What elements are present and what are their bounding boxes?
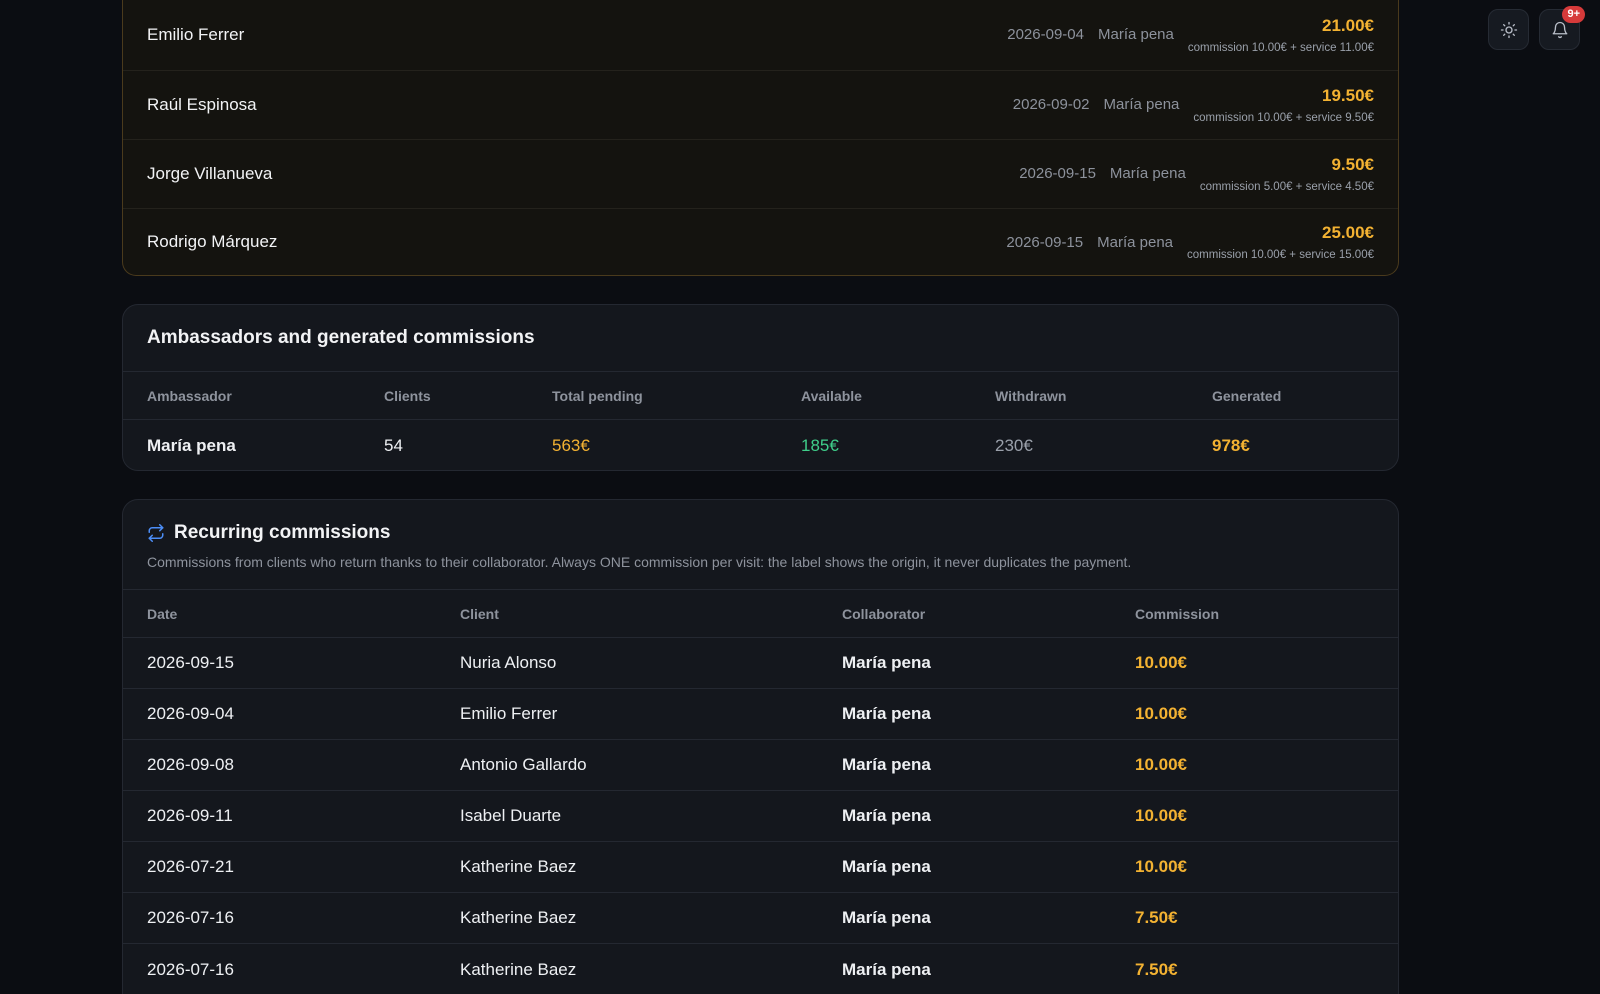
- date-cell: 2026-09-11: [147, 806, 233, 825]
- commission-cell: 10.00€: [1135, 704, 1187, 723]
- collaborator-cell: María pena: [842, 806, 931, 825]
- collaborator-cell: María pena: [842, 755, 931, 774]
- ambassadors-card: Ambassadors and generated commissions Am…: [122, 304, 1399, 471]
- sun-icon: [1500, 21, 1517, 38]
- total-amount: 21.00€: [1322, 15, 1374, 35]
- column-header-clients: Clients: [384, 387, 431, 404]
- client-name: Rodrigo Márquez: [147, 232, 278, 251]
- client-name: Emilio Ferrer: [147, 24, 245, 44]
- client-cell: Antonio Gallardo: [460, 755, 587, 774]
- ambassador-name: María pena: [1103, 96, 1180, 113]
- client-name: Jorge Villanueva: [147, 163, 273, 183]
- card-title: Ambassadors and generated commissions: [147, 327, 535, 348]
- visit-date: 2026-09-15: [1006, 233, 1084, 251]
- card-title: Recurring commissions: [174, 522, 391, 543]
- table-row[interactable]: 2026-07-16 Katherine Baez María pena 7.5…: [123, 944, 1398, 994]
- column-header-date: Date: [147, 605, 178, 622]
- ambassador-name: María pena: [1097, 26, 1174, 44]
- amount-breakdown: commission 10.00€ + service 11.00€: [1187, 41, 1374, 54]
- top-controls: 9+: [1488, 6, 1585, 50]
- amount-breakdown: commission 5.00€ + service 4.50€: [1199, 180, 1374, 193]
- notifications-button[interactable]: 9+: [1539, 6, 1585, 50]
- collaborator-cell: María pena: [842, 857, 931, 876]
- theme-toggle-button[interactable]: [1488, 9, 1529, 50]
- column-header-ambassador: Ambassador: [147, 387, 232, 404]
- commission-cell: 10.00€: [1135, 653, 1187, 672]
- date-cell: 2026-07-16: [147, 959, 234, 979]
- table-row[interactable]: 2026-07-16 Katherine Baez María pena 7.5…: [123, 893, 1398, 944]
- amount-breakdown: commission 10.00€ + service 9.50€: [1193, 111, 1374, 124]
- bell-icon: [1552, 21, 1567, 38]
- table-header: Date Client Collaborator Commission: [123, 590, 1398, 638]
- repeat-icon: [148, 524, 164, 542]
- date-cell: 2026-07-21: [147, 857, 234, 876]
- list-item[interactable]: Emilio Ferrer 2026-09-04 María pena 21.0…: [123, 0, 1398, 71]
- commission-cell: 10.00€: [1135, 755, 1187, 774]
- visit-date: 2026-09-04: [1007, 26, 1084, 44]
- pending-commissions-list: Emilio Ferrer 2026-09-04 María pena 21.0…: [122, 0, 1399, 276]
- client-cell: Katherine Baez: [460, 908, 577, 927]
- card-header: Ambassadors and generated commissions: [123, 305, 1398, 372]
- column-header-client: Client: [460, 605, 499, 622]
- table-row[interactable]: 2026-09-11 Isabel Duarte María pena 10.0…: [123, 791, 1398, 842]
- commission-cell: 10.00€: [1135, 857, 1187, 876]
- column-header-available: Available: [801, 387, 862, 404]
- visit-date: 2026-09-15: [1019, 165, 1096, 182]
- collaborator-cell: María pena: [842, 959, 931, 979]
- total-amount: 19.50€: [1322, 85, 1374, 105]
- withdrawn-value: 230€: [995, 436, 1033, 455]
- total-amount: 25.00€: [1322, 223, 1374, 242]
- client-cell: Katherine Baez: [460, 857, 577, 876]
- list-item[interactable]: Jorge Villanueva 2026-09-15 María pena 9…: [123, 140, 1398, 209]
- commission-cell: 10.00€: [1135, 806, 1187, 825]
- date-cell: 2026-09-08: [147, 755, 234, 774]
- column-header-withdrawn: Withdrawn: [995, 387, 1067, 404]
- column-header-collaborator: Collaborator: [842, 605, 926, 622]
- client-cell: Nuria Alonso: [460, 653, 557, 672]
- generated-value: 978€: [1212, 436, 1250, 455]
- clients-count: 54: [384, 436, 403, 455]
- collaborator-cell: María pena: [842, 908, 931, 927]
- client-cell: Isabel Duarte: [460, 806, 562, 825]
- commission-cell: 7.50€: [1135, 959, 1178, 979]
- list-item[interactable]: Raúl Espinosa 2026-09-02 María pena 19.5…: [123, 71, 1398, 140]
- page: 9+ Emilio Ferrer 2026-09-04 María pena 2…: [0, 0, 1600, 994]
- client-cell: Emilio Ferrer: [460, 704, 558, 723]
- visit-date: 2026-09-02: [1012, 96, 1090, 113]
- column-header-total-pending: Total pending: [552, 387, 643, 404]
- ambassador-name: María pena: [1109, 165, 1186, 182]
- collaborator-cell: María pena: [842, 653, 931, 672]
- ambassador-name: María pena: [147, 436, 236, 455]
- amount-breakdown: commission 10.00€ + service 15.00€: [1187, 249, 1374, 261]
- total-amount: 9.50€: [1331, 154, 1374, 174]
- card-header: Recurring commissions Commissions from c…: [123, 500, 1398, 590]
- table-row[interactable]: María pena 54 563€ 185€ 230€ 978€: [123, 420, 1398, 470]
- ambassador-name: María pena: [1097, 233, 1174, 251]
- list-item[interactable]: Rodrigo Márquez 2026-09-15 María pena 25…: [123, 209, 1398, 276]
- recurring-commissions-card: Recurring commissions Commissions from c…: [122, 499, 1399, 994]
- table-header: Ambassador Clients Total pending Availab…: [123, 372, 1398, 420]
- column-header-generated: Generated: [1212, 387, 1282, 404]
- collaborator-cell: María pena: [842, 704, 931, 723]
- card-description: Commissions from clients who return than…: [147, 554, 1132, 570]
- available-value: 185€: [801, 436, 839, 455]
- client-cell: Katherine Baez: [460, 959, 577, 979]
- notification-badge: 9+: [1562, 6, 1585, 23]
- column-header-commission: Commission: [1135, 605, 1220, 622]
- commission-cell: 7.50€: [1135, 908, 1178, 927]
- client-name: Raúl Espinosa: [147, 94, 257, 114]
- table-row[interactable]: 2026-09-04 Emilio Ferrer María pena 10.0…: [123, 689, 1398, 740]
- date-cell: 2026-07-16: [147, 908, 234, 927]
- date-cell: 2026-09-04: [147, 704, 234, 723]
- date-cell: 2026-09-15: [147, 653, 234, 672]
- table-row[interactable]: 2026-07-21 Katherine Baez María pena 10.…: [123, 842, 1398, 893]
- total-pending-value: 563€: [552, 436, 590, 455]
- table-row[interactable]: 2026-09-15 Nuria Alonso María pena 10.00…: [123, 638, 1398, 689]
- table-row[interactable]: 2026-09-08 Antonio Gallardo María pena 1…: [123, 740, 1398, 791]
